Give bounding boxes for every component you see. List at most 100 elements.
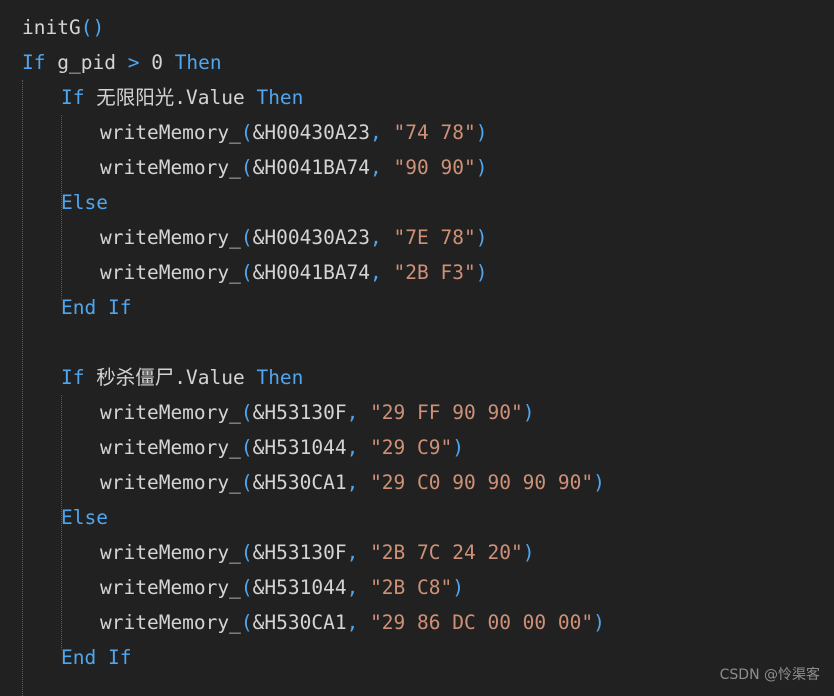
code-line: writeMemory_(&H53130F, "29 FF 90 90")	[0, 395, 834, 430]
code-token: (	[240, 471, 253, 494]
code-token: "2B C8"	[370, 576, 453, 599]
code-token: End	[61, 646, 97, 669]
code-token: &H53130F	[252, 541, 347, 564]
code-token: )	[452, 576, 464, 599]
code-token: (	[240, 436, 253, 459]
code-token: ,	[346, 541, 359, 564]
code-token: )	[522, 401, 535, 424]
code-token: If	[107, 296, 132, 319]
code-line: If g_pid > 0 Then	[0, 45, 834, 80]
code-token: .Value	[174, 86, 245, 109]
code-token: ,	[370, 156, 382, 179]
code-token: &H00430A23	[252, 226, 371, 249]
code-token: Else	[61, 506, 108, 529]
code-token: )	[522, 541, 535, 564]
code-token: "90 90"	[393, 156, 476, 179]
code-token: )	[475, 156, 488, 179]
code-token: (	[240, 121, 253, 144]
code-token: )	[452, 436, 464, 459]
code-line: writeMemory_(&H530CA1, "29 86 DC 00 00 0…	[0, 605, 834, 640]
code-line: Else	[0, 185, 834, 220]
code-line: writeMemory_(&H53130F, "2B 7C 24 20")	[0, 535, 834, 570]
code-token: 秒杀僵尸	[96, 366, 175, 389]
code-line: initG()	[0, 10, 834, 45]
code-block: initG() If g_pid > 0 Then If 无限阳光.Value Th…	[0, 10, 834, 675]
code-line: End If	[0, 290, 834, 325]
code-line: Else	[0, 500, 834, 535]
code-line: writeMemory_(&H530CA1, "29 C0 90 90 90 9…	[0, 465, 834, 500]
csdn-watermark: CSDN @怜渠客	[719, 667, 820, 683]
code-token: "29 C0 90 90 90 90"	[370, 471, 594, 494]
code-token: "29 C9"	[370, 436, 453, 459]
code-token: ()	[80, 16, 105, 39]
code-token: "2B F3"	[393, 261, 476, 284]
code-token: 无限阳光	[96, 86, 175, 109]
code-token: ,	[370, 261, 382, 284]
code-token: writeMemory_	[100, 226, 241, 249]
code-token: ,	[346, 611, 359, 634]
code-token: ,	[370, 226, 382, 249]
code-line: writeMemory_(&H00430A23, "74 78")	[0, 115, 834, 150]
code-token: 0	[151, 51, 163, 74]
code-token: &H531044	[252, 436, 347, 459]
code-token: End	[61, 296, 97, 319]
code-token: >	[127, 51, 140, 74]
code-token: )	[593, 471, 605, 494]
code-token: "29 86 DC 00 00 00"	[370, 611, 594, 634]
code-line: writeMemory_(&H531044, "29 C9")	[0, 430, 834, 465]
code-token: writeMemory_	[100, 121, 241, 144]
code-line: If 秒杀僵尸.Value Then	[0, 360, 834, 395]
code-token: &H53130F	[252, 401, 347, 424]
code-token: ,	[346, 401, 359, 424]
code-token: If	[22, 51, 46, 74]
code-token: )	[475, 261, 488, 284]
code-token: "29 FF 90 90"	[370, 401, 523, 424]
code-token: (	[240, 541, 253, 564]
code-token: Then	[174, 51, 222, 74]
code-token: writeMemory_	[100, 576, 241, 599]
code-token: g_pid	[57, 51, 116, 74]
code-token: (	[240, 226, 253, 249]
code-token: (	[240, 156, 253, 179]
code-token: writeMemory_	[100, 401, 241, 424]
code-token: ,	[370, 121, 382, 144]
code-token: writeMemory_	[100, 261, 241, 284]
code-line: writeMemory_(&H0041BA74, "90 90")	[0, 150, 834, 185]
code-token: .Value	[174, 366, 245, 389]
code-token: writeMemory_	[100, 471, 241, 494]
code-token: writeMemory_	[100, 541, 241, 564]
code-token: (	[240, 401, 253, 424]
code-line: writeMemory_(&H00430A23, "7E 78")	[0, 220, 834, 255]
code-token: ,	[346, 471, 359, 494]
code-token: )	[475, 121, 488, 144]
code-line: writeMemory_(&H531044, "2B C8")	[0, 570, 834, 605]
code-editor[interactable]: initG() If g_pid > 0 Then If 无限阳光.Value Th…	[0, 0, 834, 696]
code-token: (	[240, 576, 253, 599]
code-token: &H530CA1	[252, 471, 347, 494]
code-token: ,	[346, 436, 359, 459]
code-token: &H00430A23	[252, 121, 371, 144]
code-token: writeMemory_	[100, 156, 241, 179]
code-token: (	[240, 611, 253, 634]
code-token: (	[240, 261, 253, 284]
code-token: If	[61, 366, 85, 389]
code-token: &H530CA1	[252, 611, 347, 634]
code-token: Else	[61, 191, 108, 214]
code-token: &H0041BA74	[252, 261, 371, 284]
code-token: Then	[256, 366, 304, 389]
code-token: &H0041BA74	[252, 156, 371, 179]
